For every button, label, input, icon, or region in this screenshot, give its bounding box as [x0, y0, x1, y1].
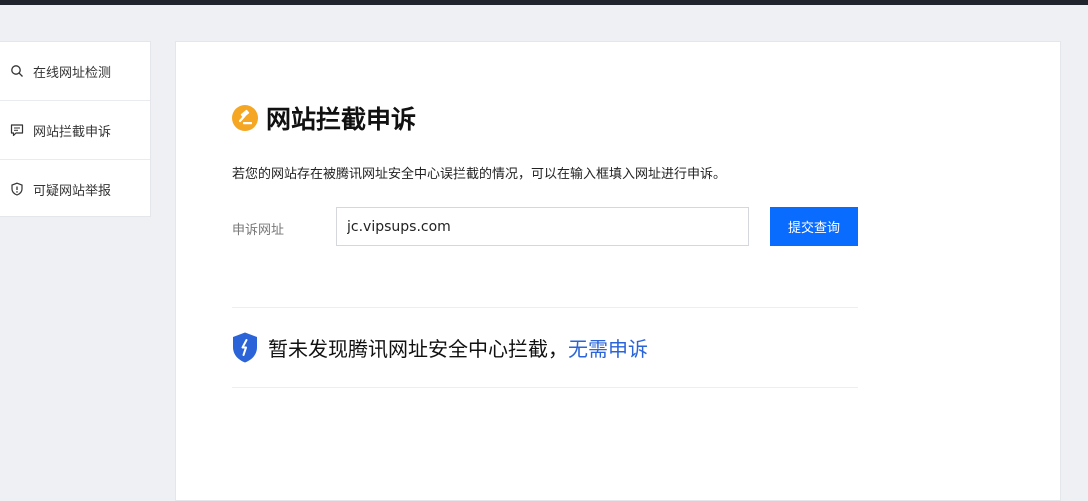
- divider: [232, 387, 858, 388]
- sidebar-item-label: 在线网址检测: [33, 65, 112, 81]
- result-message: 暂未发现腾讯网址安全中心拦截，: [268, 337, 568, 361]
- sidebar-item-report[interactable]: 可疑网站举报: [0, 160, 150, 218]
- appeal-url-input[interactable]: [336, 207, 749, 246]
- sidebar-item-url-check[interactable]: 在线网址检测: [0, 42, 150, 101]
- title-row: 网站拦截申诉: [232, 100, 416, 136]
- result-row: 暂未发现腾讯网址安全中心拦截， 无需申诉: [232, 332, 648, 363]
- appeal-url-label: 申诉网址: [232, 223, 285, 238]
- submit-query-button[interactable]: 提交查询: [770, 207, 858, 246]
- sidebar-item-label: 可疑网站举报: [33, 183, 112, 199]
- sidebar-item-appeal[interactable]: 网站拦截申诉: [0, 101, 150, 160]
- search-icon: [10, 64, 24, 78]
- divider: [232, 307, 858, 308]
- gavel-icon: [232, 105, 258, 131]
- sidebar: 在线网址检测 网站拦截申诉 可疑网站举报: [0, 41, 151, 217]
- chat-icon: [10, 123, 24, 137]
- top-bar: [0, 0, 1088, 5]
- description: 若您的网站存在被腾讯网址安全中心误拦截的情况，可以在输入框填入网址进行申诉。: [232, 167, 727, 182]
- shield-icon: [232, 332, 258, 363]
- no-appeal-needed-link[interactable]: 无需申诉: [568, 333, 648, 362]
- sidebar-item-label: 网站拦截申诉: [33, 124, 112, 140]
- shield-alert-icon: [10, 182, 24, 196]
- main-panel: 网站拦截申诉 若您的网站存在被腾讯网址安全中心误拦截的情况，可以在输入框填入网址…: [175, 41, 1061, 501]
- page-title: 网站拦截申诉: [266, 105, 417, 134]
